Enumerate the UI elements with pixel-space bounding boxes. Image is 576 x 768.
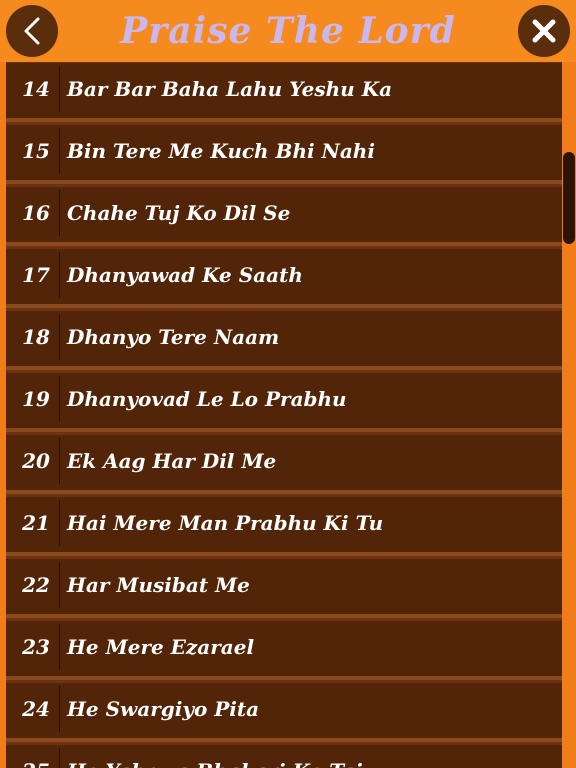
song-number: 19 — [22, 387, 50, 411]
list-item[interactable]: 18 Dhanyo Tere Naam — [6, 308, 562, 370]
list-item[interactable]: 16 Chahe Tuj Ko Dil Se — [6, 184, 562, 246]
song-number: 21 — [22, 511, 50, 535]
app-header: Praise The Lord — [0, 0, 576, 62]
divider — [59, 748, 60, 768]
list-item[interactable]: 14 Bar Bar Baha Lahu Yeshu Ka — [6, 62, 562, 122]
divider — [59, 128, 60, 174]
song-title: Bin Tere Me Kuch Bhi Nahi — [67, 139, 375, 163]
list-item[interactable]: 20 Ek Aag Har Dil Me — [6, 432, 562, 494]
chevron-left-icon — [24, 17, 40, 45]
song-number: 20 — [22, 449, 50, 473]
scrollbar[interactable] — [562, 62, 576, 768]
divider — [59, 624, 60, 670]
divider — [59, 562, 60, 608]
back-button[interactable] — [6, 5, 58, 57]
song-number: 16 — [22, 201, 50, 225]
list-item[interactable]: 15 Bin Tere Me Kuch Bhi Nahi — [6, 122, 562, 184]
song-number: 23 — [22, 635, 50, 659]
divider — [59, 252, 60, 298]
list-item[interactable]: 24 He Swargiyo Pita — [6, 680, 562, 742]
list-item[interactable]: 23 He Mere Ezarael — [6, 618, 562, 680]
song-title: Dhanyovad Le Lo Prabhu — [67, 387, 347, 411]
song-number: 25 — [14, 742, 58, 768]
list-item[interactable]: 19 Dhanyovad Le Lo Prabhu — [6, 370, 562, 432]
song-list[interactable]: 14 Bar Bar Baha Lahu Yeshu Ka 15 Bin Ter… — [6, 62, 562, 768]
divider — [59, 190, 60, 236]
scrollbar-thumb[interactable] — [563, 152, 575, 244]
song-title: He Yahowa Bhakari Ke Tai — [67, 742, 363, 768]
song-title: Hai Mere Man Prabhu Ki Tu — [67, 511, 384, 535]
song-title: Dhanyo Tere Naam — [67, 325, 280, 349]
divider — [59, 376, 60, 422]
divider — [59, 500, 60, 546]
song-number: 18 — [22, 325, 50, 349]
song-title: Chahe Tuj Ko Dil Se — [67, 201, 291, 225]
song-title: He Mere Ezarael — [67, 635, 255, 659]
song-title: He Swargiyo Pita — [67, 697, 260, 721]
song-number: 14 — [22, 77, 50, 101]
list-item[interactable]: 21 Hai Mere Man Prabhu Ki Tu — [6, 494, 562, 556]
list-item[interactable]: 22 Har Musibat Me — [6, 556, 562, 618]
divider — [59, 686, 60, 732]
song-number: 17 — [22, 263, 50, 287]
song-title: Har Musibat Me — [67, 573, 250, 597]
song-number: 24 — [22, 697, 50, 721]
divider — [59, 438, 60, 484]
song-title: Bar Bar Baha Lahu Yeshu Ka — [67, 77, 393, 101]
list-item[interactable]: 17 Dhanyawad Ke Saath — [6, 246, 562, 308]
close-icon — [532, 19, 556, 43]
song-title: Ek Aag Har Dil Me — [67, 449, 277, 473]
page-title: Praise The Lord — [120, 10, 456, 52]
divider — [59, 314, 60, 360]
song-number: 15 — [22, 139, 50, 163]
divider — [59, 66, 60, 112]
close-button[interactable] — [518, 5, 570, 57]
list-item[interactable]: 25 He Yahowa Bhakari Ke Tai — [6, 742, 562, 768]
song-title: Dhanyawad Ke Saath — [67, 263, 303, 287]
song-number: 22 — [22, 573, 50, 597]
